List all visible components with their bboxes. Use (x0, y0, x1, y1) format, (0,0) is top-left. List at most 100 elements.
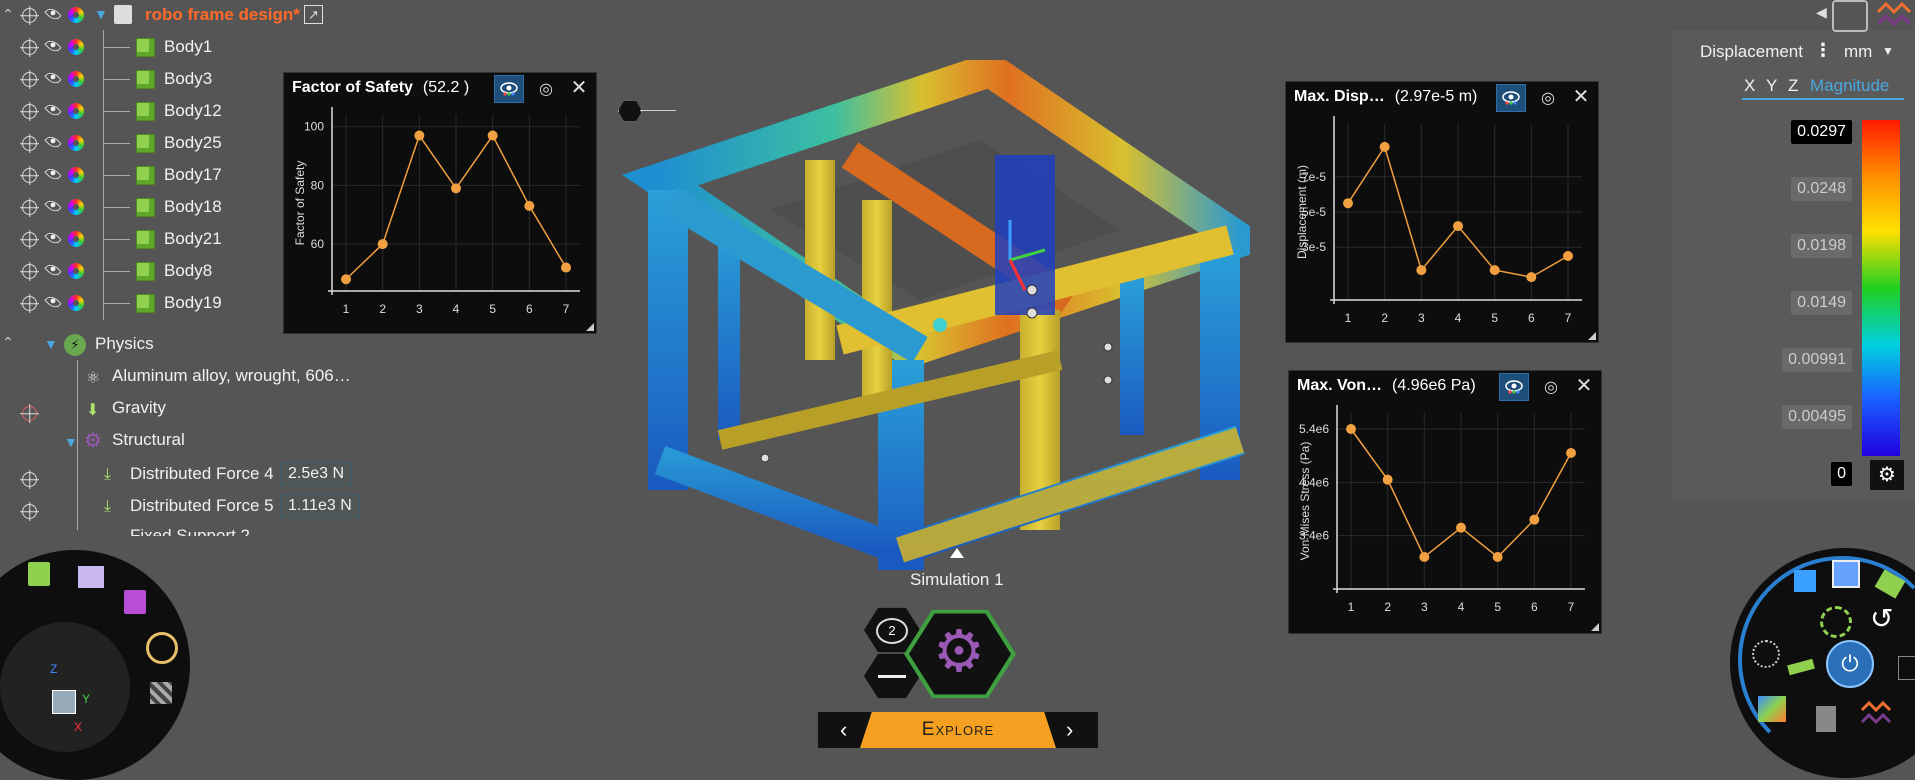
tree-body-row[interactable]: Body1 (0, 34, 260, 60)
crosshair-icon[interactable] (22, 296, 37, 311)
crosshair-icon[interactable] (22, 264, 37, 279)
body-label[interactable]: Body21 (164, 229, 222, 249)
crosshair-icon[interactable] (22, 8, 37, 23)
previous-arrow-icon[interactable]: ‹ (840, 717, 847, 743)
body-label[interactable]: Body17 (164, 165, 222, 185)
color-wheel-icon[interactable] (68, 231, 84, 247)
color-wheel-icon[interactable] (68, 263, 84, 279)
max-displacement-panel[interactable]: Max. Disp… (2.97e-5 m) ◎ ✕ 3e-5 5e-5 7e-5 1 2… (1285, 81, 1599, 343)
body-label[interactable]: Body3 (164, 69, 212, 89)
eye-icon[interactable] (44, 69, 62, 87)
part-tool-icon[interactable] (124, 590, 146, 614)
body-label[interactable]: Body8 (164, 261, 212, 281)
body-label[interactable]: Body12 (164, 101, 222, 121)
app-logo-small-icon[interactable] (1860, 700, 1892, 726)
app-logo-icon[interactable] (1876, 0, 1912, 28)
crosshair-icon[interactable] (22, 72, 37, 87)
eye-icon[interactable] (44, 197, 62, 215)
color-wheel-icon[interactable] (68, 135, 84, 151)
max-von-mises-panel[interactable]: Max. Von… (4.96e6 Pa) ◎ ✕ 3.4e6 4.4e6 5.4e6… (1288, 370, 1602, 634)
color-wheel-icon[interactable] (68, 295, 84, 311)
eye-icon[interactable] (44, 37, 62, 55)
eye-icon[interactable] (44, 101, 62, 119)
crosshair-icon[interactable] (22, 168, 37, 183)
crosshair-icon[interactable] (22, 472, 37, 487)
color-wheel-icon[interactable] (68, 103, 84, 119)
color-wheel-icon[interactable] (68, 7, 84, 23)
material-label[interactable]: Aluminum alloy, wrought, 606… (112, 366, 351, 386)
component-x[interactable]: X (1744, 76, 1755, 96)
expand-triangle-icon[interactable]: ▼ (64, 434, 78, 450)
wireframe-icon[interactable] (1898, 656, 1915, 680)
color-wheel-icon[interactable] (68, 39, 84, 55)
crosshair-icon[interactable] (22, 40, 37, 55)
body-tool-icon[interactable] (28, 562, 50, 586)
tree-body-row[interactable]: Body8 (0, 258, 260, 284)
collapse-left-icon[interactable]: ◀ (1816, 4, 1827, 21)
tree-body-row[interactable]: Body3 (0, 66, 260, 92)
chevron-down-icon[interactable]: ▼ (1882, 44, 1894, 58)
orientation-cube-icon[interactable] (52, 690, 76, 714)
force-value[interactable]: 1.11e3 N (280, 494, 360, 518)
crosshair-icon[interactable] (22, 406, 37, 421)
eye-icon[interactable] (44, 5, 62, 23)
body-label[interactable]: Body25 (164, 133, 222, 153)
color-wheel-icon[interactable] (68, 199, 84, 215)
results-tool-icon[interactable] (1758, 696, 1786, 722)
simulation-label[interactable]: Simulation 1 (910, 570, 1004, 590)
force-label[interactable]: Distributed Force 5 (130, 496, 274, 516)
expand-triangle-icon[interactable]: ▼ (44, 336, 58, 352)
collapse-chevron-icon[interactable]: ⌃ (2, 6, 14, 23)
collapse-chevron-icon[interactable]: ⌃ (2, 334, 14, 351)
pattern-tool-icon[interactable] (150, 682, 172, 704)
color-wheel-icon[interactable] (68, 167, 84, 183)
body-label[interactable]: Body1 (164, 37, 212, 57)
body-label[interactable]: Body19 (164, 293, 222, 313)
next-arrow-icon[interactable]: › (1066, 717, 1073, 743)
tree-body-row[interactable]: Body18 (0, 194, 260, 220)
eye-icon[interactable] (44, 229, 62, 247)
box-tool-icon[interactable] (1794, 570, 1816, 592)
more-options-icon[interactable]: ⋮ (1814, 40, 1832, 61)
view-orientation-gizmo[interactable]: Z Y X (0, 622, 130, 752)
3d-frame-model[interactable] (600, 60, 1250, 580)
material-tool-icon[interactable] (146, 632, 178, 664)
unit-select[interactable]: mm (1844, 42, 1872, 62)
crosshair-icon[interactable] (22, 232, 37, 247)
undo-icon[interactable]: ↺ (1870, 602, 1893, 635)
legend-settings-gear-icon[interactable]: ⚙ (1870, 460, 1904, 490)
legend-quantity[interactable]: Displacement (1700, 42, 1803, 62)
eye-icon[interactable] (44, 261, 62, 279)
component-magnitude[interactable]: Magnitude (1810, 76, 1889, 96)
tree-body-row[interactable]: Body21 (0, 226, 260, 252)
component-z[interactable]: Z (1788, 76, 1798, 96)
open-external-icon[interactable]: ↗ (304, 5, 323, 24)
physics-label[interactable]: Physics (95, 334, 154, 354)
power-icon[interactable]: ⏻ (1826, 640, 1874, 688)
mesh-tool-icon[interactable] (1752, 640, 1780, 668)
eye-icon[interactable] (44, 133, 62, 151)
structural-label[interactable]: Structural (112, 430, 185, 450)
crosshair-icon[interactable] (22, 136, 37, 151)
crosshair-icon[interactable] (22, 504, 37, 519)
view-cube-icon[interactable] (1832, 0, 1868, 32)
tree-body-row[interactable]: Body17 (0, 162, 260, 188)
expand-triangle-icon[interactable]: ▼ (94, 6, 108, 22)
eye-icon[interactable] (44, 165, 62, 183)
crosshair-icon[interactable] (22, 200, 37, 215)
crosshair-icon[interactable] (22, 104, 37, 119)
tree-body-row[interactable]: Body19 (0, 290, 260, 316)
gravity-label[interactable]: Gravity (112, 398, 166, 418)
home-icon[interactable] (78, 566, 104, 588)
force-label[interactable]: Distributed Force 4 (130, 464, 274, 484)
body-label[interactable]: Body18 (164, 197, 222, 217)
explore-tab[interactable]: Explore (860, 712, 1056, 748)
cube-tool-icon[interactable] (1832, 560, 1860, 588)
eye-icon[interactable] (44, 293, 62, 311)
section-tool-icon[interactable] (1816, 706, 1836, 732)
cycle-tool-icon[interactable] (1820, 606, 1852, 638)
force-value[interactable]: 2.5e3 N (280, 462, 353, 486)
tree-body-row[interactable]: Body12 (0, 98, 260, 124)
color-wheel-icon[interactable] (68, 71, 84, 87)
factor-of-safety-panel[interactable]: Factor of Safety (52.2 ) ◎ ✕ 60 80 100 1 2 3 4 5… (283, 72, 597, 334)
